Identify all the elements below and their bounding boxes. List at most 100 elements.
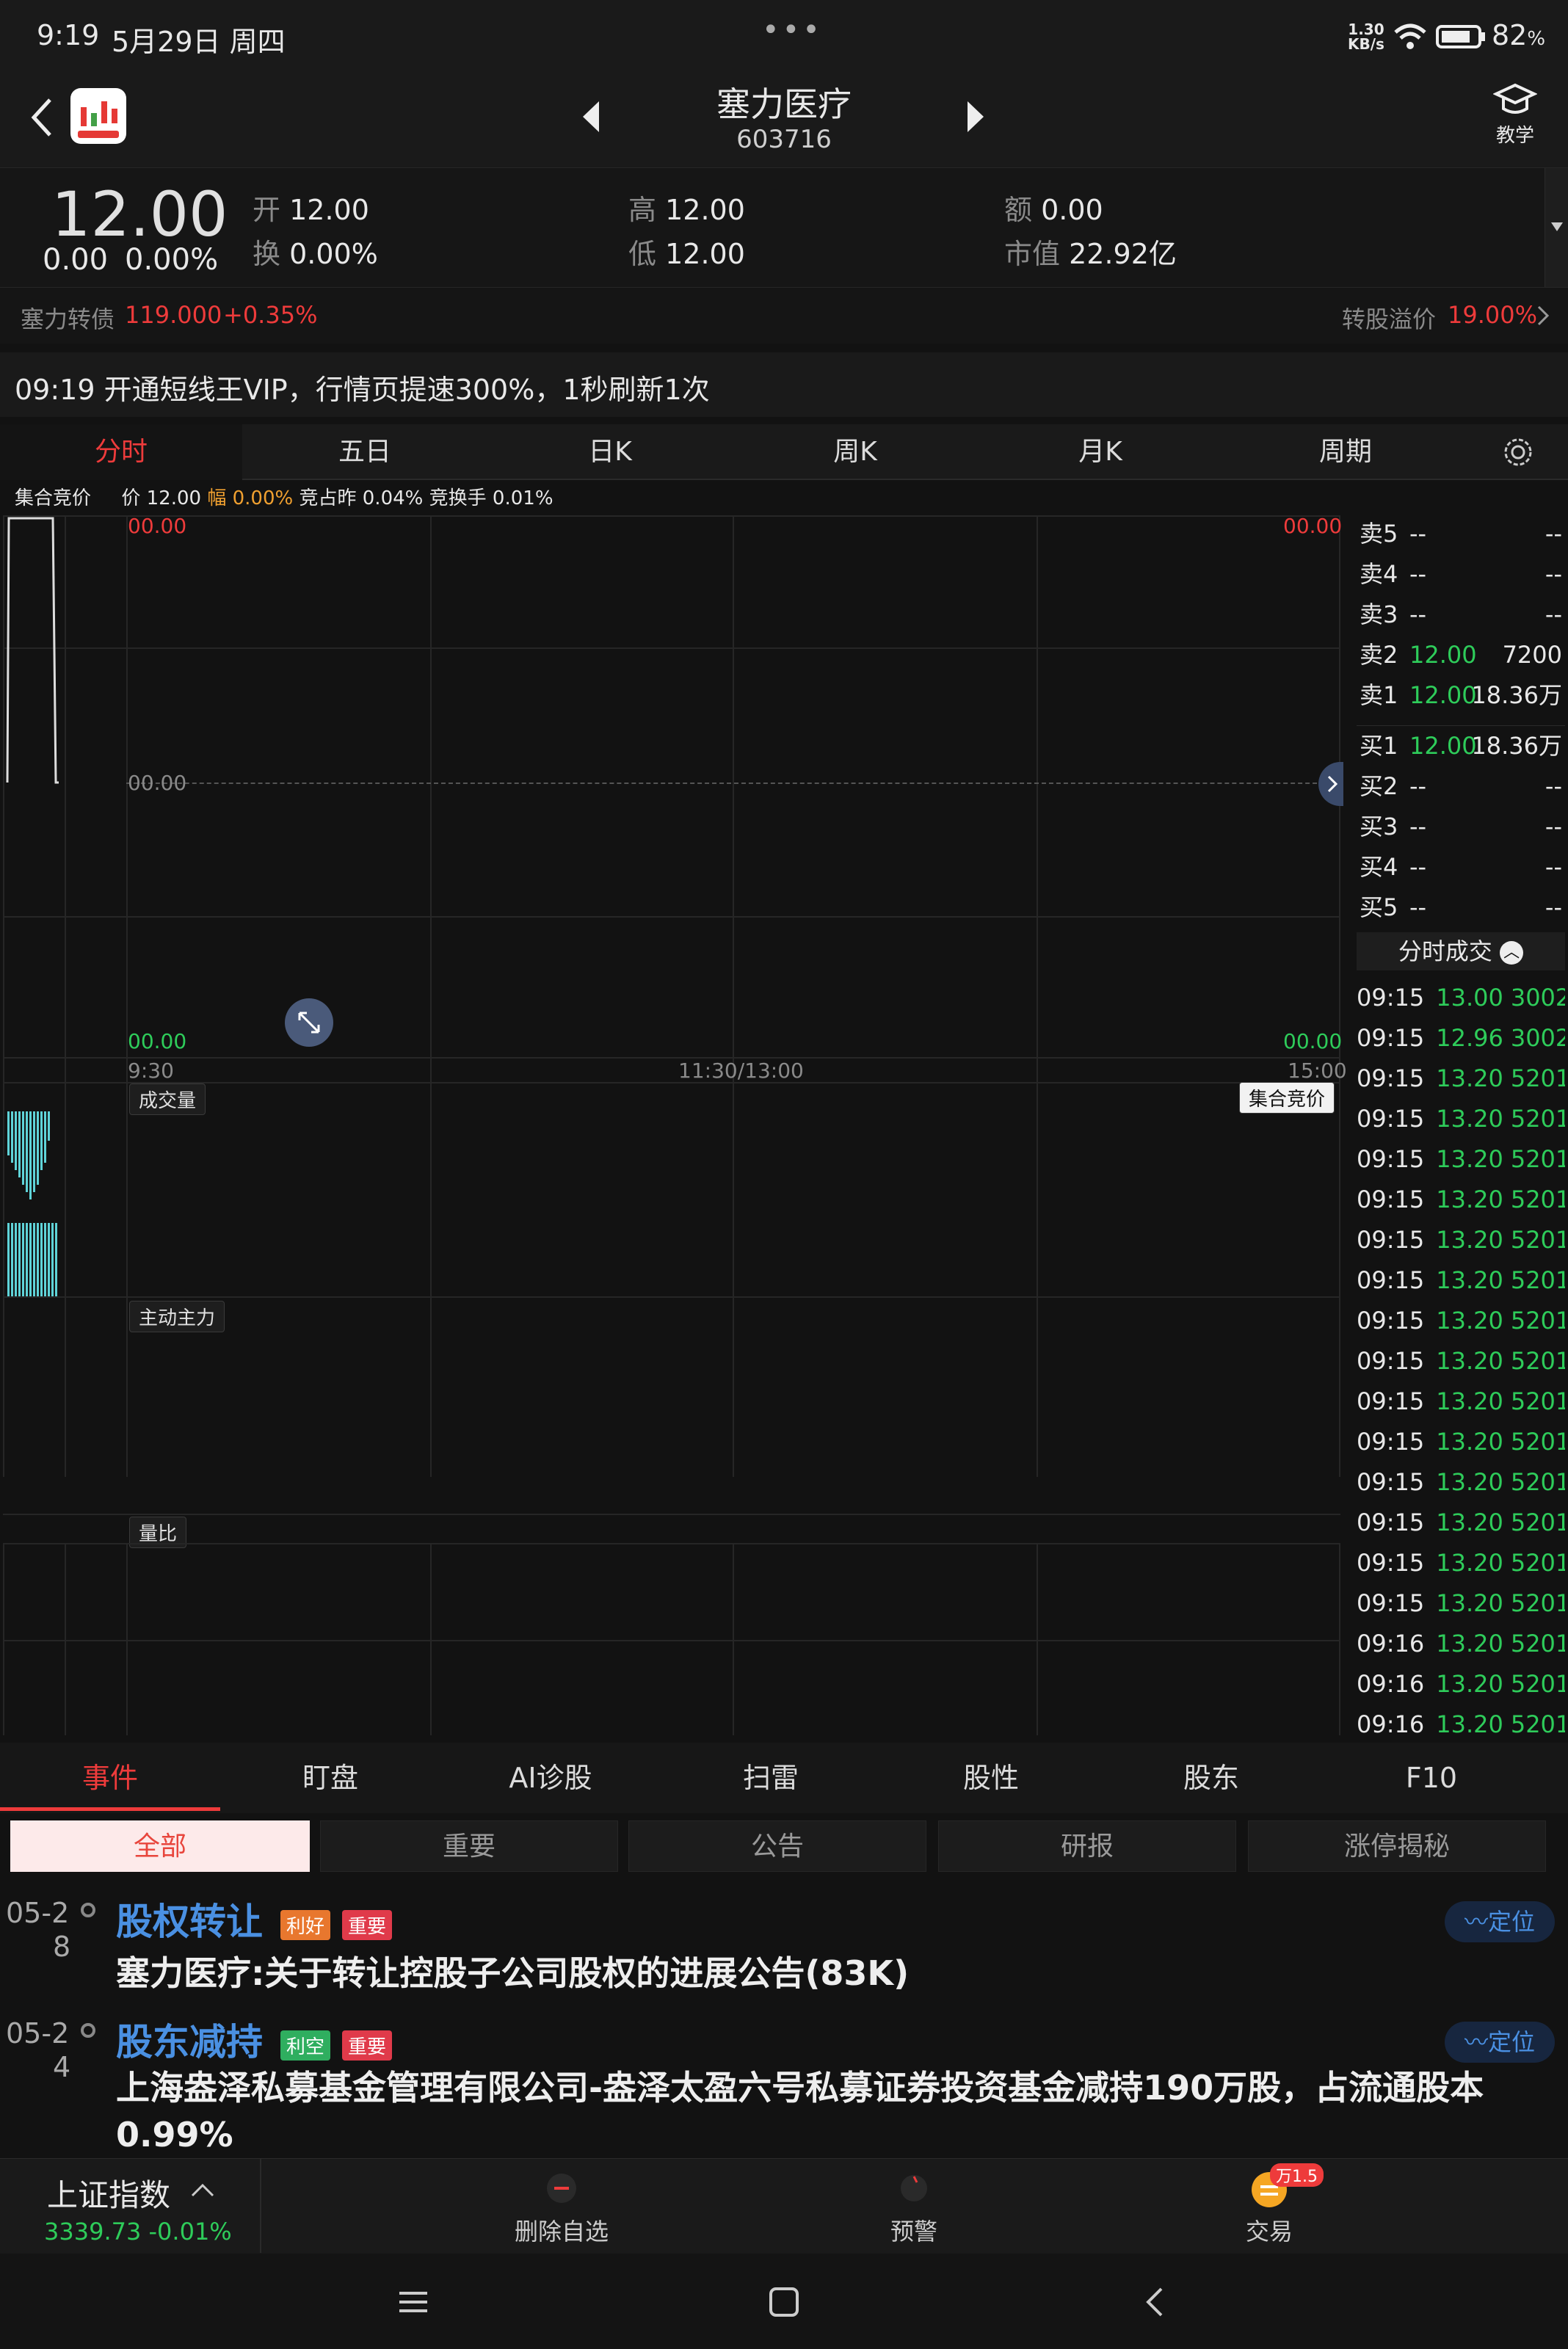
auction-volume-bars bbox=[7, 1111, 57, 1296]
open-label: 开 bbox=[253, 194, 281, 226]
event-date-bottom: 4 bbox=[53, 2051, 71, 2083]
tick-time: 09:15 bbox=[1357, 1589, 1425, 1617]
tick-volume: 5201 bbox=[1510, 1226, 1565, 1254]
y-bottom-left: 00.00 bbox=[128, 1029, 187, 1053]
teach-button[interactable]: 教学 bbox=[1489, 81, 1542, 148]
tick-row: 09:16 13.20 5201 bbox=[1357, 1704, 1565, 1735]
volume-label[interactable]: 成交量 bbox=[129, 1083, 206, 1115]
filter-all[interactable]: 全部 bbox=[10, 1820, 310, 1872]
filter-limit-up[interactable]: 涨停揭秘 bbox=[1248, 1820, 1546, 1872]
amount-field: 额 0.00 bbox=[1004, 187, 1103, 228]
next-stock-icon[interactable] bbox=[965, 98, 987, 135]
tick-price: 13.20 bbox=[1436, 1630, 1503, 1658]
locate-label: 定位 bbox=[1488, 1908, 1536, 1936]
timeline-dot-icon bbox=[81, 1903, 95, 1917]
tab-shareholders[interactable]: 股东 bbox=[1101, 1743, 1321, 1813]
tab-ai-diagnosis[interactable]: AI诊股 bbox=[440, 1743, 661, 1813]
event-tag-important: 重要 bbox=[342, 2030, 393, 2061]
settings-gear-icon[interactable] bbox=[1500, 435, 1536, 470]
chart-bid: 0.04% bbox=[362, 487, 424, 509]
sell-4-vol: -- bbox=[1545, 560, 1562, 588]
open-field: 开 12.00 bbox=[253, 187, 369, 228]
net-speed: 1.30 KB/s bbox=[1348, 22, 1384, 51]
alert-button[interactable]: 预警 bbox=[822, 2166, 1006, 2247]
sell-5-vol: -- bbox=[1545, 520, 1562, 548]
tick-row: 09:15 13.20 5201 bbox=[1357, 1422, 1565, 1462]
chart-price: 12.00 bbox=[146, 487, 202, 509]
tick-time: 09:15 bbox=[1357, 1024, 1425, 1052]
fullscreen-button[interactable] bbox=[285, 998, 333, 1047]
tick-row: 09:15 13.20 5201 bbox=[1357, 1462, 1565, 1503]
sell-3-row: 卖3 -- -- bbox=[1357, 595, 1565, 635]
trade-label: 交易 bbox=[1245, 2218, 1293, 2245]
filter-announcement[interactable]: 公告 bbox=[628, 1820, 926, 1872]
delete-watchlist-button[interactable]: 删除自选 bbox=[470, 2166, 653, 2247]
status-time: 9:19 bbox=[37, 19, 100, 51]
tab-daily-k[interactable]: 日K bbox=[487, 424, 733, 480]
tick-price: 13.20 bbox=[1436, 1468, 1503, 1496]
trade-button[interactable]: 交易 万1.5 bbox=[1177, 2163, 1361, 2247]
tick-time: 09:15 bbox=[1357, 1105, 1425, 1133]
stock-code: 603716 bbox=[736, 125, 832, 154]
vip-banner[interactable]: 09:19 开通短线王VIP，行情页提速300%，1秒刷新1次 bbox=[0, 352, 1568, 417]
locate-button[interactable]: 〰定位 bbox=[1445, 2022, 1555, 2063]
locate-button[interactable]: 〰定位 bbox=[1445, 1901, 1555, 1942]
chart-price-label: 价 bbox=[121, 487, 141, 509]
fee-badge: 万1.5 bbox=[1270, 2163, 1324, 2187]
tick-volume: 5201 bbox=[1510, 1710, 1565, 1735]
expand-orderbook-button[interactable] bbox=[1318, 762, 1343, 806]
x-tick-mid: 11:30/13:00 bbox=[678, 1059, 804, 1083]
chevron-right-icon bbox=[1537, 305, 1550, 326]
tick-volume: 5201 bbox=[1510, 1307, 1565, 1335]
sell-5-row: 卖5 -- -- bbox=[1357, 514, 1565, 554]
battery-percent: 82 bbox=[1492, 19, 1528, 51]
index-ticker[interactable]: 上证指数 3339.73 -0.01% bbox=[0, 2159, 261, 2253]
tick-time: 09:15 bbox=[1357, 1387, 1425, 1415]
prev-stock-icon[interactable] bbox=[580, 98, 602, 135]
event-title: 股权转让 bbox=[116, 1900, 263, 1943]
convertible-bond-bar[interactable]: 塞力转债 119.000 +0.35% 转股溢价 19.00% bbox=[0, 288, 1568, 344]
tab-events[interactable]: 事件 bbox=[0, 1743, 220, 1813]
tick-price: 13.20 bbox=[1436, 1266, 1503, 1294]
tab-stock-traits[interactable]: 股性 bbox=[881, 1743, 1101, 1813]
ticks-toggle[interactable]: 分时成交 ︿ bbox=[1357, 932, 1565, 970]
back-nav-icon[interactable] bbox=[1142, 2286, 1166, 2318]
tab-f10[interactable]: F10 bbox=[1321, 1743, 1542, 1813]
tab-period[interactable]: 周期 bbox=[1223, 424, 1468, 480]
filter-important[interactable]: 重要 bbox=[320, 1820, 618, 1872]
banner-text: 09:19 开通短线王VIP，行情页提速300%，1秒刷新1次 bbox=[15, 374, 710, 406]
sell-5-price: -- bbox=[1409, 520, 1427, 548]
bottom-toolbar: 上证指数 3339.73 -0.01% 删除自选 预警 交易 万1.5 bbox=[0, 2158, 1568, 2254]
tick-row: 09:15 13.20 5201 bbox=[1357, 1059, 1565, 1099]
sell-4-price: -- bbox=[1409, 560, 1427, 588]
tick-time: 09:15 bbox=[1357, 1064, 1425, 1092]
main-force-label[interactable]: 主动主力 bbox=[129, 1301, 225, 1332]
expand-quote-button[interactable] bbox=[1545, 168, 1568, 287]
event-item[interactable]: 05-2 8 股权转让 利好 重要 〰定位 塞力医疗:关于转让控股子公司股权的进… bbox=[0, 1897, 1568, 2014]
menu-icon[interactable] bbox=[395, 2287, 432, 2317]
tab-risk-scan[interactable]: 扫雷 bbox=[661, 1743, 881, 1813]
tick-price: 13.20 bbox=[1436, 1186, 1503, 1213]
tab-weekly-k[interactable]: 周K bbox=[733, 424, 978, 480]
price-change: 0.00 bbox=[43, 243, 109, 277]
buy-1-vol: 18.36万 bbox=[1471, 732, 1562, 760]
tab-watch[interactable]: 盯盘 bbox=[220, 1743, 440, 1813]
tab-monthly-k[interactable]: 月K bbox=[978, 424, 1223, 480]
tick-price: 13.20 bbox=[1436, 1387, 1503, 1415]
tab-five-day[interactable]: 五日 bbox=[242, 424, 487, 480]
prev-close-line bbox=[126, 783, 1339, 784]
auction-tag: 集合竞价 bbox=[1239, 1082, 1335, 1114]
graduation-cap-icon bbox=[1492, 83, 1538, 114]
tick-list[interactable]: 09:15 13.00 3002 09:15 12.96 3002 09:15 13.20 52… bbox=[1357, 978, 1565, 1735]
back-icon[interactable] bbox=[26, 95, 56, 139]
more-dots-icon[interactable]: ••• bbox=[762, 13, 823, 47]
tab-intraday[interactable]: 分时 bbox=[0, 424, 242, 480]
locate-label: 定位 bbox=[1488, 2028, 1536, 2056]
tick-volume: 5201 bbox=[1510, 1589, 1565, 1617]
event-body: 塞力医疗:关于转让控股子公司股权的进展公告(83K) bbox=[116, 1953, 910, 1993]
home-icon[interactable] bbox=[766, 2286, 802, 2318]
event-list: 05-2 8 股权转让 利好 重要 〰定位 塞力医疗:关于转让控股子公司股权的进… bbox=[0, 1879, 1568, 2158]
low-field: 低 12.00 bbox=[628, 231, 745, 272]
filter-research[interactable]: 研报 bbox=[938, 1820, 1236, 1872]
event-item[interactable]: 05-2 4 股东减持 利空 重要 〰定位 上海盎泽私募基金管理有限公司-盎泽太… bbox=[0, 2017, 1568, 2158]
